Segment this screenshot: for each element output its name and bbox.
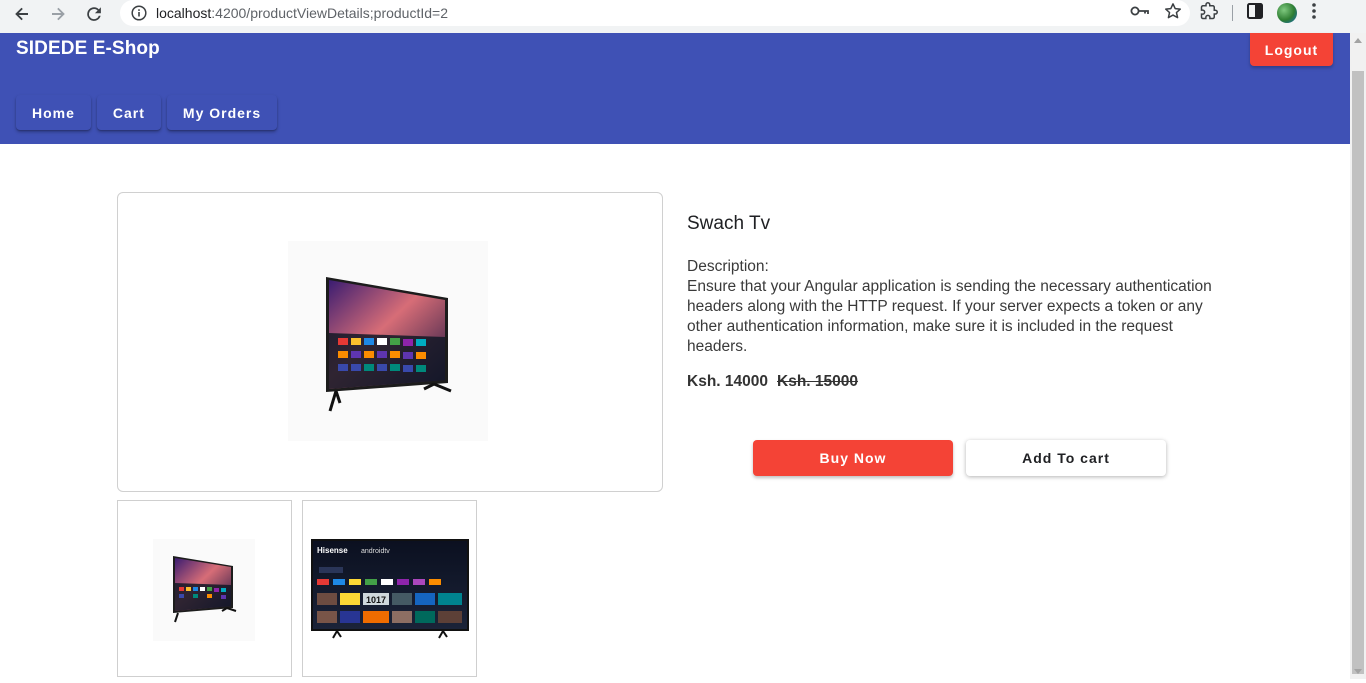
product-description: Description: Ensure that your Angular ap… xyxy=(687,257,1227,357)
price-row: Ksh. 14000 Ksh. 15000 xyxy=(687,373,858,391)
thumbnail-1[interactable] xyxy=(117,500,292,677)
thumbnail-hisense-text: Hisense xyxy=(317,546,348,555)
nav-cart[interactable]: Cart xyxy=(96,95,161,130)
forward-arrow-icon xyxy=(52,7,65,21)
forward-button[interactable] xyxy=(44,0,72,28)
toolbar-divider xyxy=(1232,5,1233,21)
product-image-tv xyxy=(288,241,488,441)
browser-toolbar: localhost:4200/productViewDetails;produc… xyxy=(0,0,1366,33)
nav-my-orders[interactable]: My Orders xyxy=(166,95,278,130)
reload-icon xyxy=(87,7,101,21)
bookmark-star-icon[interactable] xyxy=(1164,2,1182,25)
buy-now-button[interactable]: Buy Now xyxy=(753,440,953,476)
thumbnail-2[interactable]: Hisense androidtv 1017 xyxy=(302,500,477,677)
main-product-image xyxy=(117,192,663,492)
key-icon[interactable] xyxy=(1130,4,1150,23)
thumbnail-androidtv-text: androidtv xyxy=(361,548,390,555)
site-info-icon[interactable] xyxy=(128,5,150,21)
nav-home[interactable]: Home xyxy=(16,95,91,130)
app-toolbar: SIDEDE E-Shop Logout Home Cart My Orders xyxy=(0,33,1350,144)
thumbnail-2-image: Hisense androidtv 1017 xyxy=(311,539,469,639)
address-bar[interactable]: localhost:4200/productViewDetails;produc… xyxy=(120,0,1190,26)
thumbnail-tile-number: 1017 xyxy=(366,595,386,605)
side-panel-icon[interactable] xyxy=(1247,2,1263,24)
back-button[interactable] xyxy=(8,0,36,28)
original-price: Ksh. 15000 xyxy=(777,373,858,390)
main-nav: Home Cart My Orders xyxy=(16,95,278,130)
url-text: localhost:4200/productViewDetails;produc… xyxy=(156,5,448,21)
add-to-cart-button[interactable]: Add To cart xyxy=(966,440,1166,476)
menu-kebab-icon[interactable] xyxy=(1311,2,1317,25)
scroll-down-arrow-icon[interactable] xyxy=(1354,669,1362,674)
page-scrollbar[interactable] xyxy=(1350,33,1366,679)
extensions-icon[interactable] xyxy=(1200,1,1218,25)
scroll-thumb[interactable] xyxy=(1352,71,1364,674)
scroll-up-arrow-icon[interactable] xyxy=(1354,38,1362,43)
back-arrow-icon xyxy=(15,7,28,21)
logout-button[interactable]: Logout xyxy=(1250,33,1333,66)
thumbnail-1-image xyxy=(153,539,255,641)
description-text: Ensure that your Angular application is … xyxy=(687,278,1212,355)
product-name: Swach Tv xyxy=(687,213,771,234)
reload-button[interactable] xyxy=(80,0,108,28)
profile-avatar-icon[interactable] xyxy=(1277,3,1297,23)
description-label: Description: xyxy=(687,258,769,275)
current-price: Ksh. 14000 xyxy=(687,373,768,390)
brand-title: SIDEDE E-Shop xyxy=(16,38,160,59)
